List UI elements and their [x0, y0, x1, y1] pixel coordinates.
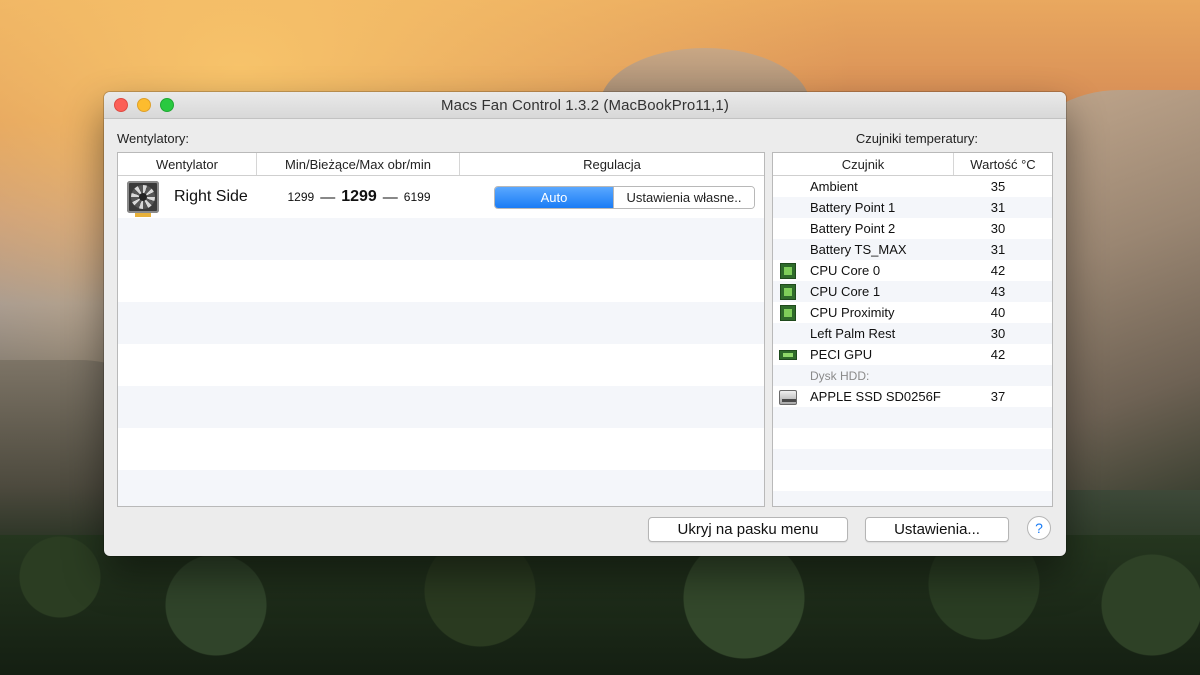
table-row[interactable]: Ambient 35 — [773, 176, 1052, 197]
sensors-table-header: Czujnik Wartość °C — [773, 153, 1052, 176]
fans-section-label: Wentylatory: — [117, 131, 190, 146]
sensor-value: 31 — [990, 242, 1006, 257]
sensor-name: CPU Core 0 — [810, 263, 881, 278]
table-row[interactable]: Left Palm Rest 30 — [773, 323, 1052, 344]
fan-control-segmented: Auto Ustawienia własne.. — [494, 185, 755, 209]
auto-control-button[interactable]: Auto — [495, 186, 613, 208]
sensor-name: Left Palm Rest — [810, 326, 896, 341]
table-row[interactable]: CPU Core 0 42 — [773, 260, 1052, 281]
group-label-hdd: Dysk HDD: — [810, 368, 870, 383]
window-title: Macs Fan Control 1.3.2 (MacBookPro11,1) — [441, 97, 729, 114]
table-row[interactable]: CPU Proximity 40 — [773, 302, 1052, 323]
table-row[interactable]: Right Side 1299 — 1299 — 6199 Auto Ustaw… — [118, 176, 764, 218]
sensor-name: CPU Core 1 — [810, 284, 881, 299]
table-row[interactable]: CPU Core 1 43 — [773, 281, 1052, 302]
sensor-name: Battery Point 1 — [810, 200, 896, 215]
rpm-separator: — — [382, 188, 398, 206]
fan-max-rpm: 6199 — [403, 190, 431, 204]
sensor-name: CPU Proximity — [810, 305, 895, 320]
fan-min-rpm: 1299 — [287, 190, 315, 204]
column-header-control[interactable]: Regulacja — [460, 153, 764, 175]
cpu-chip-icon — [779, 304, 797, 321]
sensor-name: Battery Point 2 — [810, 221, 896, 236]
column-header-fan[interactable]: Wentylator — [118, 153, 257, 175]
gpu-card-icon — [779, 347, 797, 363]
sensor-value: 35 — [990, 179, 1006, 194]
cpu-chip-icon — [779, 283, 797, 300]
sensor-value: 42 — [990, 347, 1006, 362]
help-icon[interactable]: ? — [1027, 516, 1051, 540]
fans-table: Wentylator Min/Bieżące/Max obr/min Regul… — [117, 152, 765, 507]
sensor-name: Battery TS_MAX — [810, 242, 907, 257]
fan-current-rpm: 1299 — [341, 188, 377, 205]
sensor-name: APPLE SSD SD0256F — [810, 389, 941, 404]
table-row[interactable]: Battery TS_MAX 31 — [773, 239, 1052, 260]
cpu-chip-icon — [779, 262, 797, 279]
sensors-table-body: Ambient 35 Battery Point 1 31 Battery Po… — [773, 176, 1052, 506]
column-header-sensor[interactable]: Czujnik — [773, 153, 954, 175]
wallpaper-trees — [0, 535, 1200, 675]
table-row[interactable]: Battery Point 1 31 — [773, 197, 1052, 218]
fan-rpm-values: 1299 — 1299 — 6199 — [274, 188, 444, 206]
custom-settings-button[interactable]: Ustawienia własne.. — [613, 186, 754, 208]
app-window: Macs Fan Control 1.3.2 (MacBookPro11,1) … — [104, 92, 1066, 556]
rpm-separator: — — [320, 188, 336, 206]
hide-in-menubar-button[interactable]: Ukryj na pasku menu — [648, 517, 848, 542]
column-header-rpm[interactable]: Min/Bieżące/Max obr/min — [257, 153, 460, 175]
title-bar: Macs Fan Control 1.3.2 (MacBookPro11,1) — [104, 92, 1066, 119]
fan-icon — [127, 181, 159, 217]
sensors-table: Czujnik Wartość °C Ambient 35 Battery Po… — [772, 152, 1053, 507]
sensors-section-label: Czujniki temperatury: — [855, 131, 978, 146]
column-header-value[interactable]: Wartość °C — [954, 153, 1052, 175]
fans-table-body — [118, 176, 764, 506]
sensor-value: 30 — [990, 326, 1006, 341]
sensor-value: 31 — [990, 200, 1006, 215]
table-row[interactable]: PECI GPU 42 — [773, 344, 1052, 365]
table-row[interactable]: APPLE SSD SD0256F 37 — [773, 386, 1052, 407]
fan-name: Right Side — [174, 188, 248, 205]
disk-drive-icon — [779, 389, 797, 405]
settings-button[interactable]: Ustawienia... — [865, 517, 1009, 542]
sensor-name: Ambient — [810, 179, 858, 194]
sensor-value: 42 — [990, 263, 1006, 278]
table-row[interactable]: Battery Point 2 30 — [773, 218, 1052, 239]
group-row: Dysk HDD: — [773, 365, 1052, 386]
sensor-value: 43 — [990, 284, 1006, 299]
sensor-name: PECI GPU — [810, 347, 873, 362]
sensor-value: 30 — [990, 221, 1006, 236]
sensor-value: 40 — [990, 305, 1006, 320]
fans-table-header: Wentylator Min/Bieżące/Max obr/min Regul… — [118, 153, 764, 176]
sensor-value: 37 — [990, 389, 1006, 404]
